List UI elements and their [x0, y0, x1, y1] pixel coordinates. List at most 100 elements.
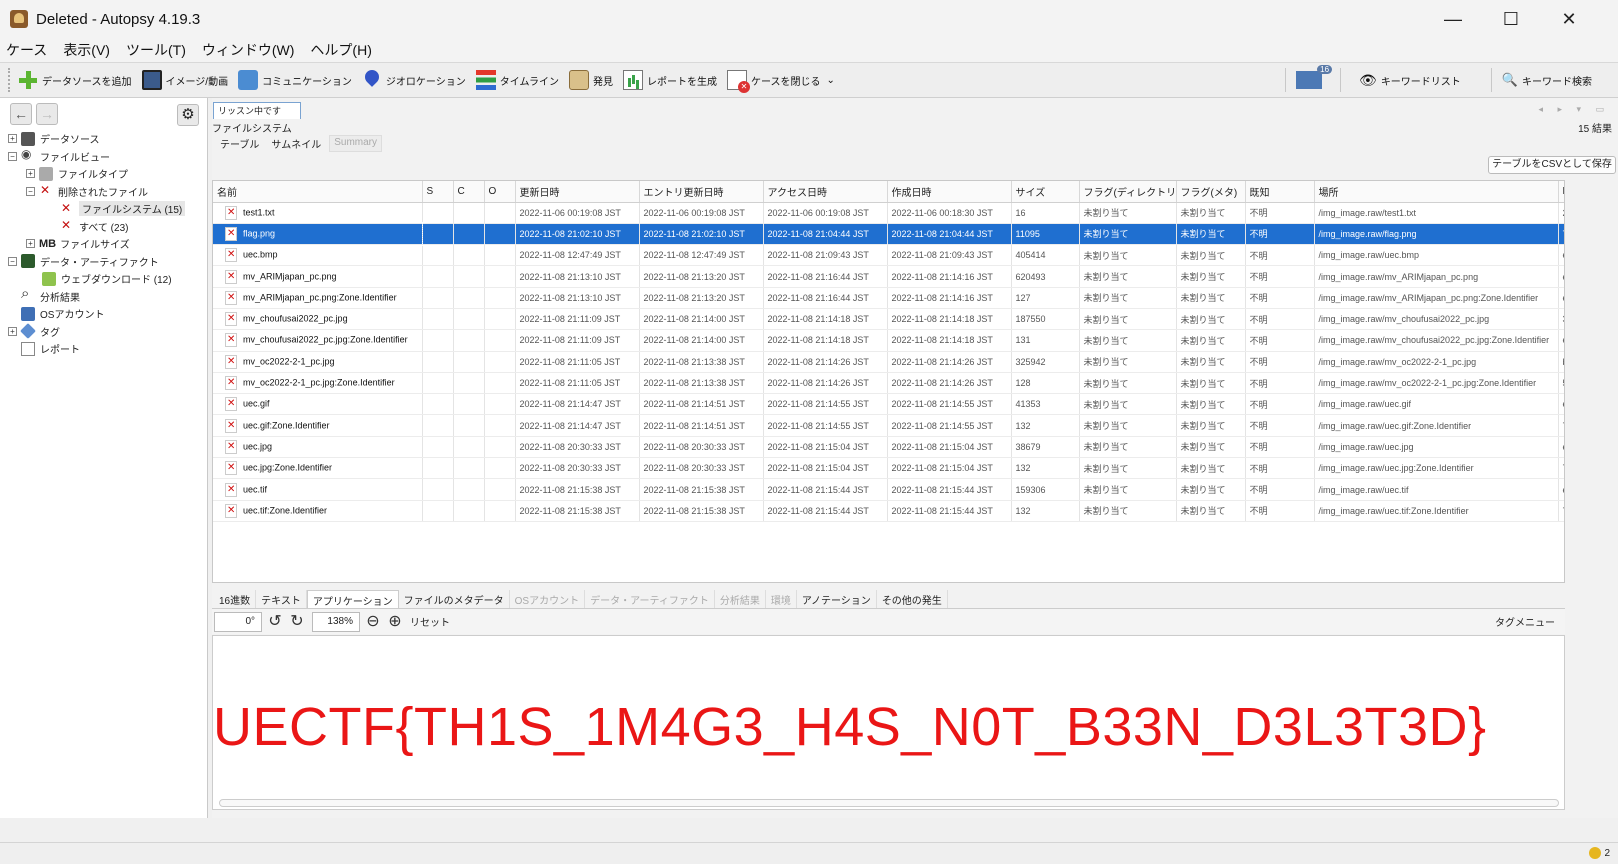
add-datasource-button[interactable]: データソースを追加: [18, 70, 132, 90]
table-row[interactable]: uec.tif:Zone.Identifier 2022-11-08 21:15:…: [213, 500, 1564, 522]
tree-item-reports[interactable]: レポート: [0, 340, 207, 358]
keyword-list-button[interactable]: 👁 キーワードリスト: [1359, 72, 1461, 89]
tree-item-os-accounts[interactable]: OSアカウント: [0, 305, 207, 323]
generate-report-button[interactable]: レポートを生成: [623, 70, 717, 90]
table-row[interactable]: uec.gif2022-11-08 21:14:47 JST2022-11-08…: [213, 393, 1564, 416]
communications-button[interactable]: コミュニケーション: [238, 70, 352, 90]
close-button[interactable]: ✕: [1540, 0, 1598, 38]
menu-tools[interactable]: ツール(T): [126, 40, 186, 60]
column-header[interactable]: 作成日時: [887, 181, 1012, 203]
content-tab[interactable]: アプリケーション: [306, 590, 399, 610]
zoom-out-icon[interactable]: ⊖: [364, 613, 382, 631]
table-row[interactable]: mv_choufusai2022_pc.jpg:Zone.Identifier 2…: [213, 329, 1564, 352]
close-case-button[interactable]: ケースを閉じる ⌄: [727, 70, 835, 93]
tree-item-file-size[interactable]: + MB ファイルサイズ: [0, 235, 207, 253]
content-tab[interactable]: 16進数: [214, 590, 257, 610]
column-header[interactable]: 既知: [1245, 181, 1315, 203]
table-row[interactable]: flag.png2022-11-08 21:02:10 JST2022-11-0…: [213, 222, 1564, 246]
tree-item-analysis-results[interactable]: 分析結果: [0, 285, 207, 306]
tab-table[interactable]: テーブル: [216, 135, 263, 152]
expand-icon[interactable]: +: [8, 134, 17, 144]
expand-icon[interactable]: +: [8, 326, 17, 336]
discovery-button[interactable]: 発見: [569, 70, 613, 90]
expand-icon[interactable]: +: [26, 239, 35, 249]
menu-help[interactable]: ヘルプ(H): [310, 40, 371, 60]
gear-icon[interactable]: ⚙: [177, 104, 199, 126]
column-header[interactable]: アクセス日時: [763, 181, 888, 203]
rotation-field[interactable]: 0°: [214, 611, 262, 632]
table-row[interactable]: mv_oc2022-2-1_pc.jpg 2022-11-08 21:11:05 …: [213, 351, 1564, 373]
file-name: uec.bmp: [243, 249, 278, 260]
notifications[interactable]: 2: [1589, 847, 1610, 859]
maximize-button[interactable]: ☐: [1482, 0, 1540, 38]
table-row[interactable]: uec.bmp2022-11-08 12:47:49 JST2022-11-08…: [213, 244, 1564, 267]
tag-menu-button[interactable]: タグメニュー: [1495, 614, 1555, 629]
content-tab[interactable]: テキスト: [256, 590, 307, 610]
keyword-search-button[interactable]: 🔍 キーワード検索: [1502, 72, 1592, 88]
table-row[interactable]: uec.tif2022-11-08 21:15:38 JST2022-11-08…: [213, 478, 1564, 501]
content-tab[interactable]: 分析結果: [715, 590, 766, 610]
table-cell: 不明: [1245, 351, 1315, 373]
tree-item-datasources[interactable]: + データソース: [0, 130, 207, 148]
rotate-left-icon[interactable]: ↺: [266, 613, 284, 631]
geolocation-button[interactable]: ジオロケーション: [362, 70, 466, 90]
tree-item-file-types[interactable]: + ファイルタイプ: [0, 165, 207, 183]
menu-case[interactable]: ケース: [6, 40, 47, 60]
tree-item-data-artifacts[interactable]: − データ・アーティファクト: [0, 253, 207, 271]
tab-summary[interactable]: Summary: [329, 135, 383, 152]
content-tab[interactable]: その他の発生: [877, 590, 948, 610]
table-row[interactable]: uec.jpg:Zone.Identifier 2022-11-08 20:30:…: [213, 457, 1564, 480]
collapse-icon[interactable]: −: [8, 256, 17, 266]
content-tab[interactable]: 環境: [766, 590, 797, 610]
zoom-field[interactable]: 138%: [312, 611, 360, 632]
zoom-in-icon[interactable]: ⊕: [386, 613, 404, 631]
table-row[interactable]: uec.gif:Zone.Identifier 2022-11-08 21:14:…: [213, 414, 1564, 437]
column-header[interactable]: エントリ更新日時: [639, 181, 764, 203]
images-videos-button[interactable]: イメージ/動画: [141, 70, 228, 90]
column-header[interactable]: C: [453, 181, 485, 203]
back-arrow-icon[interactable]: ←: [10, 103, 32, 125]
column-header[interactable]: 更新日時: [515, 181, 640, 203]
column-header[interactable]: サイズ: [1011, 181, 1080, 203]
menu-view[interactable]: 表示(V): [63, 40, 110, 60]
reset-button[interactable]: リセット: [410, 614, 450, 629]
column-header[interactable]: S: [422, 181, 454, 203]
column-header[interactable]: 名前: [213, 181, 423, 203]
forward-arrow-icon[interactable]: →: [36, 103, 58, 125]
content-tab[interactable]: アノテーション: [797, 590, 877, 610]
messages-icon[interactable]: 16: [1296, 65, 1333, 89]
tab-controls[interactable]: ◂ ▸ ▾ ▭: [1538, 104, 1610, 115]
content-tab[interactable]: OSアカウント: [510, 590, 586, 610]
tree-item-web-downloads[interactable]: ウェブダウンロード (12): [0, 270, 207, 288]
result-tab[interactable]: リッスン中です: [213, 102, 301, 119]
table-row[interactable]: test1.txt2022-11-06 00:19:08 JST2022-11-…: [213, 202, 1564, 224]
tree-item-deleted-files[interactable]: − 削除されたファイル: [0, 183, 207, 201]
collapse-icon[interactable]: −: [8, 151, 17, 161]
menu-window[interactable]: ウィンドウ(W): [202, 40, 295, 60]
table-row[interactable]: mv_ARIMjapan_pc.png 2022-11-08 21:13:10 J…: [213, 265, 1564, 288]
table-row[interactable]: mv_choufusai2022_pc.jpg 2022-11-08 21:11:…: [213, 308, 1564, 331]
content-tab[interactable]: データ・アーティファクト: [585, 590, 715, 610]
tab-thumbnail[interactable]: サムネイル: [267, 135, 325, 152]
content-tab[interactable]: ファイルのメタデータ: [399, 590, 510, 610]
rotate-right-icon[interactable]: ↻: [288, 613, 306, 631]
tree-item-tags[interactable]: + タグ: [0, 323, 207, 341]
column-header[interactable]: フラグ(ディレクトリー): [1079, 181, 1177, 203]
collapse-icon[interactable]: −: [26, 186, 35, 196]
expand-icon[interactable]: +: [26, 169, 35, 179]
table-row[interactable]: uec.jpg2022-11-08 20:30:33 JST2022-11-08…: [213, 436, 1564, 459]
tree-item-file-views[interactable]: − ファイルビュー: [0, 147, 207, 166]
chevron-down-icon[interactable]: ⌄: [827, 75, 835, 86]
column-header[interactable]: M: [1558, 181, 1564, 203]
tree-item-filesystem[interactable]: ファイルシステム (15): [0, 200, 207, 218]
column-header[interactable]: 場所: [1314, 181, 1559, 203]
tree-item-all[interactable]: すべて (23): [0, 218, 207, 236]
timeline-button[interactable]: タイムライン: [475, 70, 559, 90]
column-header[interactable]: O: [484, 181, 516, 203]
minimize-button[interactable]: —: [1424, 0, 1482, 38]
save-csv-button[interactable]: テーブルをCSVとして保存: [1488, 156, 1616, 174]
table-row[interactable]: mv_oc2022-2-1_pc.jpg:Zone.Identifier 2022…: [213, 372, 1564, 395]
image-horizontal-scrollbar[interactable]: [219, 799, 1559, 807]
column-header[interactable]: フラグ(メタ): [1176, 181, 1246, 203]
table-row[interactable]: mv_ARIMjapan_pc.png:Zone.Identifier 2022-…: [213, 287, 1564, 309]
